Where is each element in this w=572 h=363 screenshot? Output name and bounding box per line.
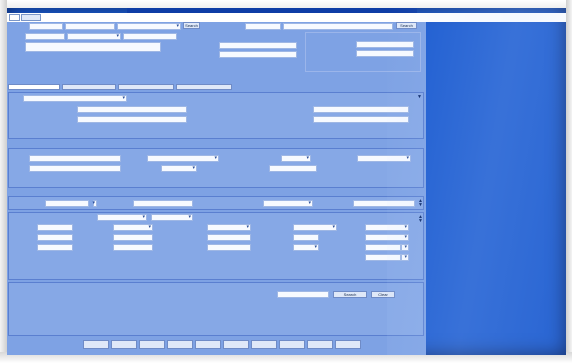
footer-button-5[interactable]	[195, 340, 221, 349]
location-block	[9, 32, 423, 74]
lookup-input-2[interactable]	[283, 23, 393, 30]
person-date-spinner[interactable]	[401, 254, 409, 261]
monitor-screen: Search Search	[7, 8, 566, 355]
location-field-a[interactable]	[25, 33, 65, 40]
search-button[interactable]: Search	[183, 22, 200, 29]
person-weight-input[interactable]	[293, 234, 319, 241]
person-search-button[interactable]: Search	[333, 291, 367, 298]
person-dob-select[interactable]	[207, 224, 251, 231]
person-search-button-label: Search	[343, 292, 357, 297]
person-eyes-select[interactable]	[365, 234, 409, 241]
tab-bar	[7, 13, 566, 22]
notes-panel: Search Clear	[8, 282, 424, 336]
person-alias-input[interactable]	[37, 244, 73, 251]
person-lookup-input[interactable]	[277, 291, 329, 298]
monitor-bezel-right	[566, 0, 572, 363]
vehicle-vin-input[interactable]	[29, 165, 121, 172]
reporting-party-input[interactable]	[313, 106, 409, 113]
footer-button-8[interactable]	[279, 340, 305, 349]
owner-id-input[interactable]	[45, 200, 89, 207]
person-clear-button[interactable]: Clear	[371, 291, 395, 298]
incident-scroll-down-icon[interactable]: ▼	[417, 95, 422, 100]
person-height-input[interactable]	[207, 234, 251, 241]
arrival-time-input[interactable]	[219, 51, 297, 58]
search-button-right[interactable]: Search	[396, 22, 417, 29]
vehicle-year-select[interactable]	[281, 155, 311, 162]
subtab-bar	[8, 84, 424, 92]
incident-type-select[interactable]	[23, 95, 127, 102]
person-first-select[interactable]	[113, 224, 153, 231]
footer-button-9[interactable]	[307, 340, 333, 349]
owner-scroll-icon[interactable]: ▲ ▼	[418, 199, 423, 208]
search-type-select[interactable]	[117, 23, 181, 30]
search-input-2[interactable]	[65, 23, 115, 30]
person-middle-input[interactable]	[37, 234, 73, 241]
person-sex-select[interactable]	[365, 224, 409, 231]
footer-button-4[interactable]	[167, 340, 193, 349]
tab-main[interactable]	[9, 14, 20, 21]
vehicle-plate-input[interactable]	[29, 155, 121, 162]
person-type-select[interactable]	[151, 214, 193, 221]
person-phone-spinner[interactable]	[401, 244, 409, 251]
incident-location-input[interactable]	[77, 116, 187, 123]
footer-button-7[interactable]	[251, 340, 277, 349]
vehicle-state-select[interactable]	[147, 155, 219, 162]
tab-secondary[interactable]	[21, 14, 41, 21]
person-hair-select[interactable]	[293, 244, 319, 251]
search-button-right-label: Search	[400, 23, 413, 28]
search-button-label: Search	[185, 23, 198, 28]
footer-button-3[interactable]	[139, 340, 165, 349]
person-last-input[interactable]	[37, 224, 73, 231]
lookup-input-1[interactable]	[245, 23, 281, 30]
officer-box	[305, 32, 421, 72]
location-description-field[interactable]	[25, 42, 161, 52]
owner-name-input[interactable]	[133, 200, 193, 207]
vehicle-color-select[interactable]	[161, 165, 197, 172]
callback-input[interactable]	[313, 116, 409, 123]
incident-panel: ▼	[8, 92, 424, 139]
footer-button-6[interactable]	[223, 340, 249, 349]
person-phone-input[interactable]	[365, 244, 401, 251]
owner-panel: ▲▼	[8, 196, 424, 210]
person-scroll-icon[interactable]: ▲ ▼	[418, 215, 423, 224]
person-suffix-input[interactable]	[113, 234, 153, 241]
person-clear-button-label: Clear	[378, 292, 388, 297]
footer-button-1[interactable]	[83, 340, 109, 349]
person-panel: ▲▼	[8, 212, 424, 280]
tow-company-select[interactable]	[263, 200, 313, 207]
subtab-2[interactable]	[62, 84, 116, 90]
vehicle-panel	[8, 148, 424, 188]
dispatch-time-input[interactable]	[219, 42, 297, 49]
footer-button-row	[83, 340, 423, 351]
subtab-4[interactable]	[176, 84, 232, 90]
vehicle-model-input[interactable]	[269, 165, 317, 172]
subtab-3[interactable]	[118, 84, 174, 90]
person-race-select[interactable]	[293, 224, 337, 231]
officer-name-input[interactable]	[356, 50, 414, 57]
footer-button-2[interactable]	[111, 340, 137, 349]
vehicle-make-select[interactable]	[357, 155, 411, 162]
subtab-1[interactable]	[8, 84, 60, 90]
person-date-input[interactable]	[365, 254, 401, 261]
incident-date-input[interactable]	[77, 106, 187, 113]
person-dl-input[interactable]	[207, 244, 251, 251]
form-panel: Search Search	[7, 22, 426, 355]
person-role-select[interactable]	[97, 214, 147, 221]
monitor-bezel-left	[0, 0, 7, 363]
tow-phone-input[interactable]	[353, 200, 415, 207]
location-field-b[interactable]	[123, 33, 177, 40]
person-ssn-input[interactable]	[113, 244, 153, 251]
search-input-1[interactable]	[29, 23, 63, 30]
footer-button-10[interactable]	[335, 340, 361, 349]
owner-id-select[interactable]	[92, 200, 97, 207]
location-select-a[interactable]	[67, 33, 121, 40]
officer-id-input[interactable]	[356, 41, 414, 48]
